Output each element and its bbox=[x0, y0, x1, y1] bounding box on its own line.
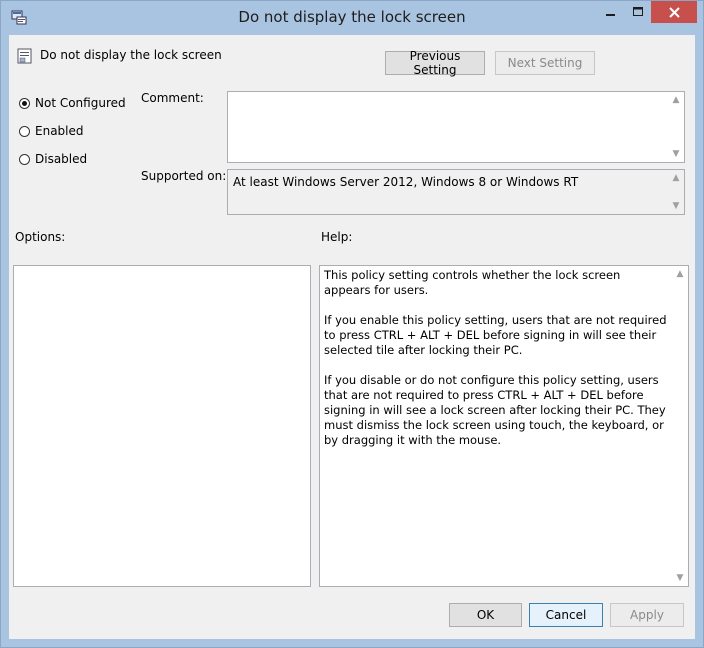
supported-scrollbar[interactable]: ▲ ▼ bbox=[668, 170, 684, 214]
policy-setting-icon bbox=[17, 48, 32, 64]
radio-label: Disabled bbox=[35, 152, 88, 166]
radio-not-configured[interactable]: Not Configured bbox=[19, 96, 126, 110]
dialog-window: Do not display the lock screen Do not di… bbox=[0, 0, 704, 648]
radio-button[interactable] bbox=[19, 153, 30, 165]
supported-on-value: At least Windows Server 2012, Windows 8 … bbox=[233, 175, 579, 189]
supported-on-label: Supported on: bbox=[141, 169, 227, 183]
radio-label: Enabled bbox=[35, 124, 84, 138]
title-bar[interactable]: Do not display the lock screen bbox=[1, 1, 703, 35]
maximize-button[interactable] bbox=[625, 1, 651, 23]
scroll-up-icon[interactable]: ▲ bbox=[668, 95, 684, 105]
minimize-icon bbox=[606, 14, 615, 16]
radio-label: Not Configured bbox=[35, 96, 126, 110]
scroll-up-icon[interactable]: ▲ bbox=[672, 269, 688, 279]
comment-textarea[interactable]: ▲ ▼ bbox=[227, 91, 685, 163]
scroll-down-icon[interactable]: ▼ bbox=[668, 149, 684, 159]
help-panel: This policy setting controls whether the… bbox=[319, 265, 689, 587]
policy-name: Do not display the lock screen bbox=[40, 48, 222, 62]
radio-button[interactable] bbox=[19, 125, 30, 137]
comment-label: Comment: bbox=[141, 91, 204, 105]
scroll-up-icon[interactable]: ▲ bbox=[668, 173, 684, 183]
supported-on-field: At least Windows Server 2012, Windows 8 … bbox=[227, 169, 685, 215]
minimize-button[interactable] bbox=[597, 1, 625, 23]
radio-button-checked[interactable] bbox=[19, 97, 30, 109]
close-button[interactable] bbox=[651, 1, 697, 23]
scroll-down-icon[interactable]: ▼ bbox=[672, 573, 688, 583]
dialog-body: Do not display the lock screen Previous … bbox=[9, 35, 695, 639]
cancel-button[interactable]: Cancel bbox=[529, 603, 603, 627]
close-icon bbox=[668, 6, 680, 18]
radio-disabled[interactable]: Disabled bbox=[19, 152, 87, 166]
radio-enabled[interactable]: Enabled bbox=[19, 124, 84, 138]
previous-setting-button[interactable]: Previous Setting bbox=[385, 49, 485, 77]
help-text: This policy setting controls whether the… bbox=[324, 268, 667, 447]
comment-scrollbar[interactable]: ▲ ▼ bbox=[668, 92, 684, 162]
help-scrollbar[interactable]: ▲ ▼ bbox=[672, 266, 688, 586]
options-panel bbox=[13, 265, 311, 587]
help-label: Help: bbox=[321, 230, 353, 244]
next-setting-button[interactable]: Next Setting bbox=[495, 51, 595, 75]
ok-button[interactable]: OK bbox=[449, 603, 522, 627]
scroll-down-icon[interactable]: ▼ bbox=[668, 201, 684, 211]
options-label: Options: bbox=[15, 230, 66, 244]
maximize-icon bbox=[633, 7, 643, 16]
apply-button[interactable]: Apply bbox=[610, 603, 684, 627]
